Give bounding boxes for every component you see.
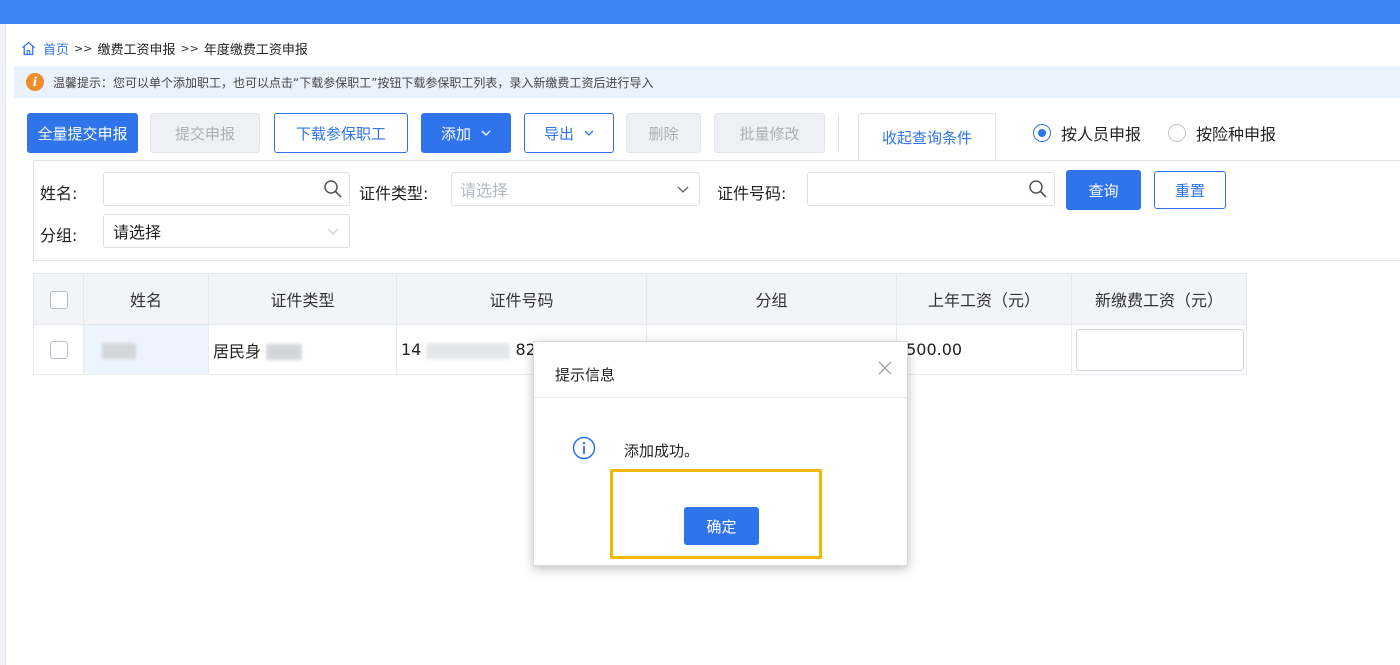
select-all-cell (33, 273, 84, 325)
submit-all-button[interactable]: 全量提交申报 (27, 113, 138, 153)
breadcrumb-home-link[interactable]: 首页 (43, 39, 69, 58)
redacted-text (266, 344, 303, 360)
reset-button[interactable]: 重置 (1154, 171, 1226, 209)
dialog-message: 添加成功。 (624, 442, 700, 460)
download-employees-button[interactable]: 下载参保职工 (274, 113, 408, 153)
table-header-row: 姓名 证件类型 证件号码 分组 上年工资（元） 新缴费工资（元） (33, 273, 1247, 325)
home-icon[interactable] (20, 40, 37, 57)
new-wage-cell (1071, 324, 1247, 375)
add-button[interactable]: 添加 (421, 113, 511, 153)
select-all-checkbox[interactable] (49, 290, 68, 309)
radio-by-person-label: 按人员申报 (1061, 125, 1142, 144)
add-button-label: 添加 (440, 124, 471, 143)
column-header[interactable]: 分组 (646, 273, 897, 325)
row-checkbox[interactable] (49, 341, 68, 360)
name-cell (83, 324, 209, 375)
group-label: 分组: (40, 226, 78, 245)
name-label: 姓名: (40, 184, 78, 203)
breadcrumb-level1[interactable]: 缴费工资申报 (97, 39, 175, 58)
dialog-title: 提示信息 (555, 366, 616, 384)
breadcrumb-current: 年度缴费工资申报 (203, 42, 308, 58)
new-wage-input[interactable] (1076, 328, 1244, 371)
radio-unchecked-icon (1168, 124, 1186, 142)
top-bar (0, 0, 1400, 24)
chevron-down-icon (677, 186, 689, 193)
id-type-value: 居民身 (213, 341, 262, 361)
close-icon[interactable] (877, 360, 893, 376)
id-number-prefix: 14 (401, 340, 422, 359)
search-icon[interactable] (1028, 179, 1048, 199)
breadcrumb-separator: >> (180, 41, 199, 55)
query-button[interactable]: 查询 (1066, 170, 1141, 210)
id-number-label: 证件号码: (717, 184, 787, 203)
column-header[interactable]: 上年工资（元） (896, 273, 1072, 325)
column-header[interactable]: 新缴费工资（元） (1071, 273, 1247, 325)
export-button[interactable]: 导出 (524, 113, 614, 153)
chevron-down-icon (584, 130, 594, 136)
delete-button[interactable]: 删除 (626, 113, 701, 153)
info-circle-icon (572, 436, 596, 460)
toolbar-divider (838, 116, 839, 152)
info-dialog: 提示信息 添加成功。 确定 (533, 341, 908, 566)
chevron-down-icon (327, 228, 339, 235)
breadcrumb: 首页 >> 缴费工资申报 >> 年度缴费工资申报 (20, 37, 308, 59)
chevron-down-icon (481, 130, 491, 136)
submit-button[interactable]: 提交申报 (150, 113, 260, 153)
row-select-cell (33, 324, 84, 375)
radio-checked-icon (1033, 124, 1051, 142)
column-header[interactable]: 姓名 (83, 273, 209, 325)
radio-by-insurance-label: 按险种申报 (1196, 125, 1277, 144)
breadcrumb-separator: >> (74, 41, 93, 55)
export-button-label: 导出 (543, 124, 574, 143)
tip-text: 温馨提示：您可以单个添加职工，也可以点击“下载参保职工”按钮下载参保职工列表，录… (53, 75, 654, 90)
group-select-value: 请选择 (113, 223, 162, 242)
id-type-select[interactable]: 请选择 (451, 172, 700, 206)
dialog-divider (534, 397, 907, 398)
batch-edit-button[interactable]: 批量修改 (714, 113, 825, 153)
group-select[interactable]: 请选择 (103, 214, 350, 248)
tip-banner: i 温馨提示：您可以单个添加职工，也可以点击“下载参保职工”按钮下载参保职工列表… (14, 66, 1400, 98)
column-header[interactable]: 证件类型 (208, 273, 397, 325)
collapse-filters-tab[interactable]: 收起查询条件 (858, 113, 996, 161)
search-icon[interactable] (323, 179, 343, 199)
id-type-cell: 居民身 (208, 324, 397, 375)
id-type-label: 证件类型: (359, 184, 429, 203)
redacted-id-number (426, 342, 511, 359)
radio-by-insurance[interactable]: 按险种申报 (1168, 122, 1276, 144)
column-header[interactable]: 证件号码 (396, 273, 647, 325)
id-type-placeholder: 请选择 (460, 181, 509, 200)
confirm-button[interactable]: 确定 (684, 507, 759, 545)
redacted-name (102, 342, 136, 359)
left-sidebar-edge (0, 24, 6, 665)
id-number-search-input[interactable] (807, 172, 1055, 206)
info-icon: i (26, 73, 44, 91)
last-year-wage-cell: ,500.00 (896, 324, 1072, 375)
radio-by-person[interactable]: 按人员申报 (1033, 122, 1141, 144)
name-search-input[interactable] (103, 172, 350, 206)
